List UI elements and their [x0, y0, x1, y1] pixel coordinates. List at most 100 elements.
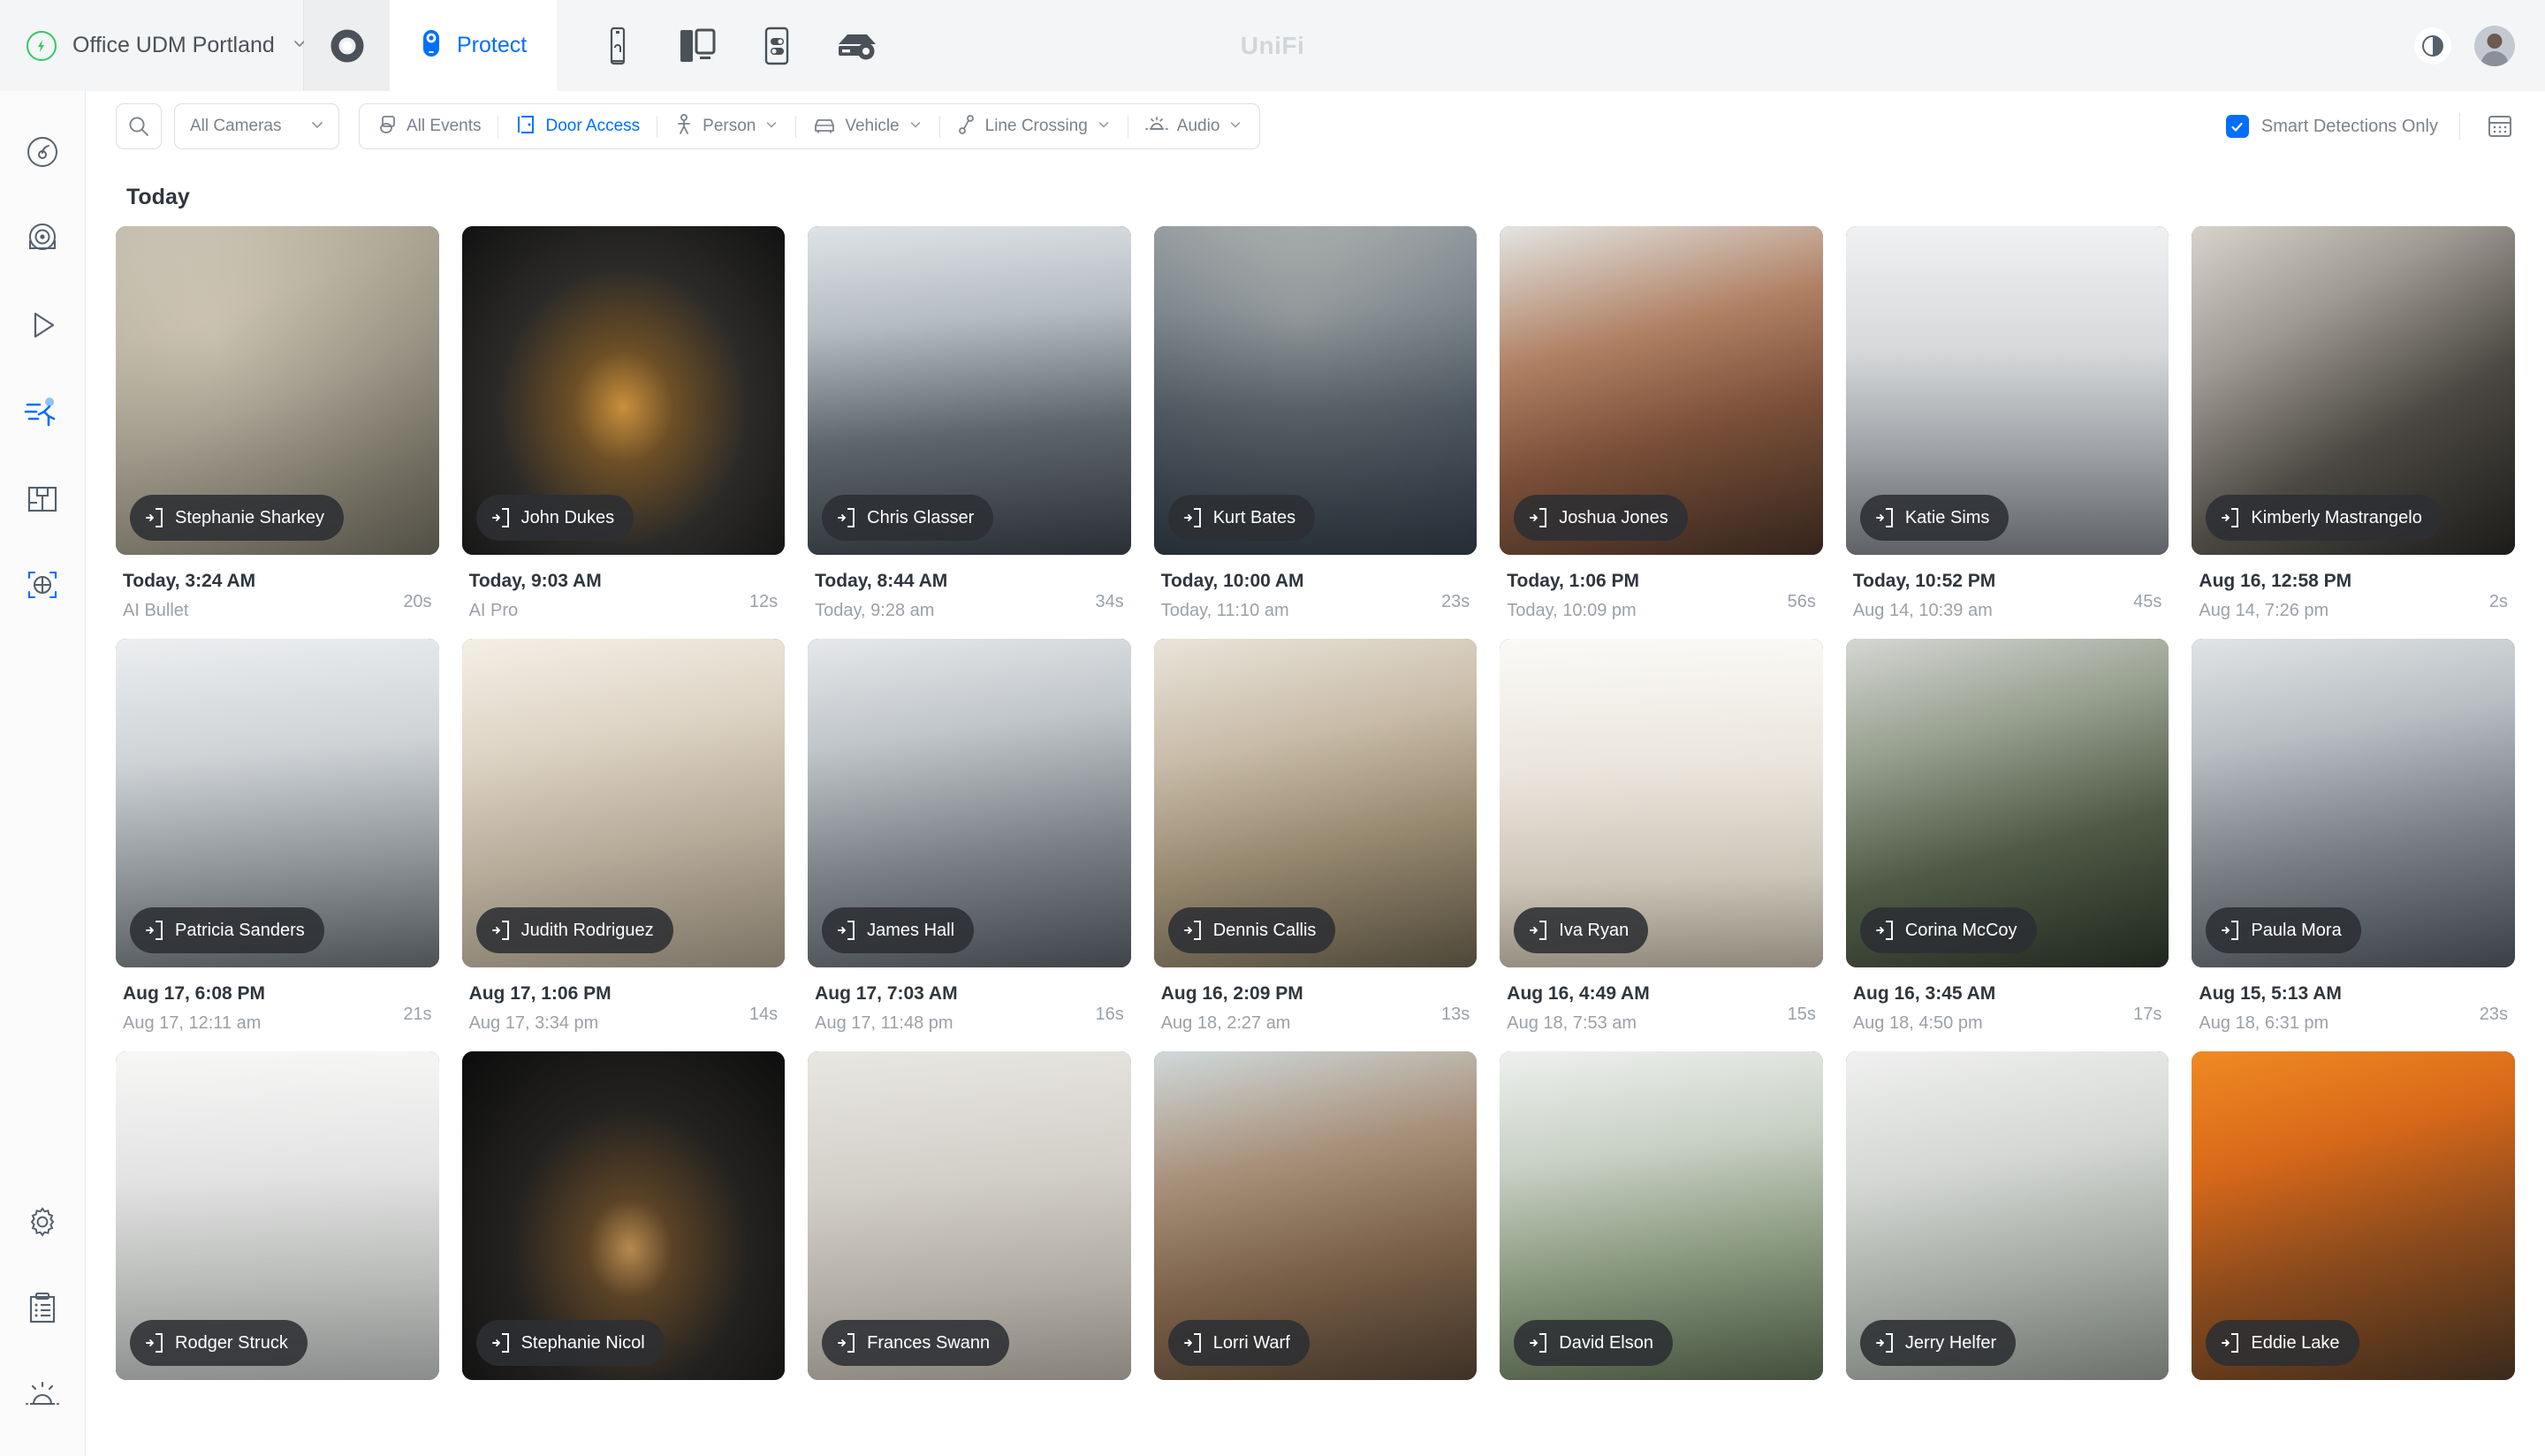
event-card[interactable]: Corina McCoy Aug 16, 3:45 AM Aug 18, 4:50 … — [1845, 639, 2169, 1034]
stacked-events-icon — [376, 114, 398, 140]
event-timestamp: Today, 10:00 AM — [1160, 571, 1304, 591]
tab-audio-label: Audio — [1176, 117, 1220, 135]
event-thumbnail[interactable]: Judith Rodriguez — [461, 639, 786, 967]
calendar-icon[interactable] — [2481, 108, 2518, 145]
camera-filter-select[interactable]: All Cameras — [174, 103, 339, 149]
tab-person[interactable]: Person — [657, 104, 795, 148]
event-thumbnail[interactable]: David Elson — [1500, 1051, 1823, 1380]
event-thumbnail[interactable]: John Dukes — [461, 226, 786, 555]
search-input[interactable] — [116, 103, 162, 149]
smart-detections-label: Smart Detections Only — [2260, 116, 2438, 136]
person-name: Iva Ryan — [1559, 920, 1630, 940]
event-card[interactable]: John Dukes Today, 9:03 AM AI Pro 12s — [461, 226, 786, 621]
sidebar-item-floorplans[interactable] — [15, 471, 70, 526]
event-subtitle: Aug 14, 7:26 pm — [2199, 601, 2329, 620]
event-card[interactable]: Stephanie Nicol — [461, 1051, 786, 1380]
person-name: Corina McCoy — [1904, 920, 2017, 940]
event-thumbnail[interactable]: Kurt Bates — [1153, 226, 1478, 555]
event-thumbnail[interactable]: Stephanie Sharkey — [116, 226, 439, 555]
event-card[interactable]: Katie Sims Today, 10:52 PM Aug 14, 10:39 a… — [1845, 226, 2169, 621]
event-meta-lines: Aug 16, 2:09 PM Aug 18, 2:27 am — [1161, 983, 1434, 1034]
person-name: Joshua Jones — [1559, 507, 1668, 527]
site-selector[interactable]: Office UDM Portland — [0, 0, 305, 91]
door-access-icon — [1529, 920, 1548, 941]
event-thumbnail[interactable]: Dennis Callis — [1153, 639, 1478, 967]
contrast-icon[interactable] — [2414, 27, 2451, 64]
event-thumbnail[interactable]: Katie Sims — [1845, 226, 2169, 555]
sidebar-item-cameras[interactable] — [15, 211, 70, 266]
event-card[interactable]: Kimberly Mastrangelo Aug 16, 12:58 PM Aug … — [2192, 226, 2515, 621]
event-card[interactable]: Chris Glasser Today, 8:44 AM Today, 9:28 a… — [808, 226, 1131, 621]
event-thumbnail[interactable]: Kimberly Mastrangelo — [2192, 226, 2515, 555]
event-meta-lines: Today, 10:52 PM Aug 14, 10:39 am — [1853, 571, 2126, 621]
event-thumbnail[interactable]: Paula Mora — [2192, 639, 2515, 967]
event-card[interactable]: Dennis Callis Aug 16, 2:09 PM Aug 18, 2:27… — [1153, 639, 1478, 1034]
event-subtitle: Aug 18, 7:53 am — [1507, 1013, 1637, 1033]
tab-all-events[interactable]: All Events — [360, 104, 498, 148]
filter-bar: All Cameras All Events Door Access Perso… — [86, 91, 2545, 162]
line-crossing-icon — [957, 114, 976, 140]
door-access-icon — [2221, 1332, 2240, 1354]
person-name: Eddie Lake — [2251, 1332, 2340, 1353]
event-card[interactable]: Kurt Bates Today, 10:00 AM Today, 11:10 am… — [1153, 226, 1478, 621]
access-reader-device-icon[interactable] — [737, 0, 817, 91]
event-thumbnail[interactable]: Stephanie Nicol — [461, 1051, 786, 1380]
event-thumbnail[interactable]: James Hall — [808, 639, 1131, 967]
event-card[interactable]: Iva Ryan Aug 16, 4:49 AM Aug 18, 7:53 am 15… — [1500, 639, 1823, 1034]
tab-line-crossing[interactable]: Line Crossing — [940, 104, 1128, 148]
event-card[interactable]: Frances Swann — [808, 1051, 1131, 1380]
event-thumbnail[interactable]: Lorri Warf — [1153, 1051, 1478, 1380]
event-card[interactable]: Lorri Warf — [1153, 1051, 1478, 1380]
event-duration: 15s — [1787, 1005, 1816, 1024]
event-card[interactable]: Judith Rodriguez Aug 17, 1:06 PM Aug 17, 3… — [461, 639, 786, 1034]
event-card[interactable]: Paula Mora Aug 15, 5:13 AM Aug 18, 6:31 pm… — [2192, 639, 2515, 1034]
day-group-label: Today — [126, 185, 190, 209]
sidebar-item-ai-search[interactable] — [15, 557, 70, 612]
event-card[interactable]: Stephanie Sharkey Today, 3:24 AM AI Bullet… — [116, 226, 439, 621]
door-access-icon — [1875, 920, 1895, 941]
event-card[interactable]: Rodger Struck — [116, 1051, 439, 1380]
door-access-icon — [2221, 507, 2240, 528]
event-thumbnail[interactable]: Corina McCoy — [1845, 639, 2169, 967]
event-timestamp: Aug 17, 6:08 PM — [123, 983, 266, 1004]
event-thumbnail[interactable]: Eddie Lake — [2192, 1051, 2515, 1380]
event-thumbnail[interactable]: Rodger Struck — [116, 1051, 439, 1380]
tab-door-access[interactable]: Door Access — [498, 104, 657, 148]
tab-protect[interactable]: Protect — [390, 0, 558, 91]
smart-detections-toggle[interactable]: Smart Detections Only — [2225, 115, 2438, 138]
event-thumbnail[interactable]: Patricia Sanders — [116, 639, 439, 967]
person-name: Stephanie Sharkey — [175, 507, 325, 527]
event-card[interactable]: Jerry Helfer — [1845, 1051, 2169, 1380]
tab-line-crossing-label: Line Crossing — [984, 117, 1088, 135]
tab-vehicle[interactable]: Vehicle — [796, 104, 938, 148]
event-thumbnail[interactable]: Joshua Jones — [1500, 226, 1823, 555]
event-thumbnail[interactable]: Frances Swann — [808, 1051, 1131, 1380]
event-thumbnail[interactable]: Iva Ryan — [1500, 639, 1823, 967]
door-access-icon — [145, 920, 164, 941]
sidebar-item-playback[interactable] — [15, 298, 70, 353]
event-meta: Aug 16, 2:09 PM Aug 18, 2:27 am 13s — [1154, 967, 1478, 1034]
sidebar-item-dashboard[interactable] — [15, 125, 70, 179]
tab-audio[interactable]: Audio — [1128, 104, 1260, 148]
event-card[interactable]: Eddie Lake — [2192, 1051, 2515, 1380]
event-thumbnail[interactable]: Chris Glasser — [808, 226, 1131, 555]
event-card[interactable]: David Elson — [1500, 1051, 1823, 1380]
event-meta-lines: Aug 16, 12:58 PM Aug 14, 7:26 pm — [2199, 571, 2481, 621]
door-access-icon — [1529, 507, 1548, 528]
sidebar-item-detections[interactable] — [15, 384, 70, 439]
app-switcher-icon[interactable] — [304, 0, 390, 91]
event-card[interactable]: Joshua Jones Today, 1:06 PM Today, 10:09 p… — [1500, 226, 1823, 621]
event-card[interactable]: Patricia Sanders Aug 17, 6:08 PM Aug 17, 1… — [116, 639, 439, 1034]
door-hub-device-icon[interactable] — [657, 0, 737, 91]
sidebar-item-settings[interactable] — [15, 1194, 70, 1249]
gateway-settings-device-icon[interactable] — [817, 0, 896, 91]
event-card[interactable]: James Hall Aug 17, 7:03 AM Aug 17, 11:48 p… — [808, 639, 1131, 1034]
events-content: Today Stephanie Sharkey Today, 3:24 AM AI … — [86, 162, 2545, 1456]
avatar[interactable] — [2474, 25, 2515, 66]
sidebar-item-alarms[interactable] — [15, 1368, 70, 1422]
camera-device-icon[interactable] — [578, 0, 657, 91]
event-thumbnail[interactable]: Jerry Helfer — [1845, 1051, 2169, 1380]
sidebar-item-logs[interactable] — [15, 1281, 70, 1336]
event-meta: Today, 10:52 PM Aug 14, 10:39 am 45s — [1846, 555, 2169, 621]
